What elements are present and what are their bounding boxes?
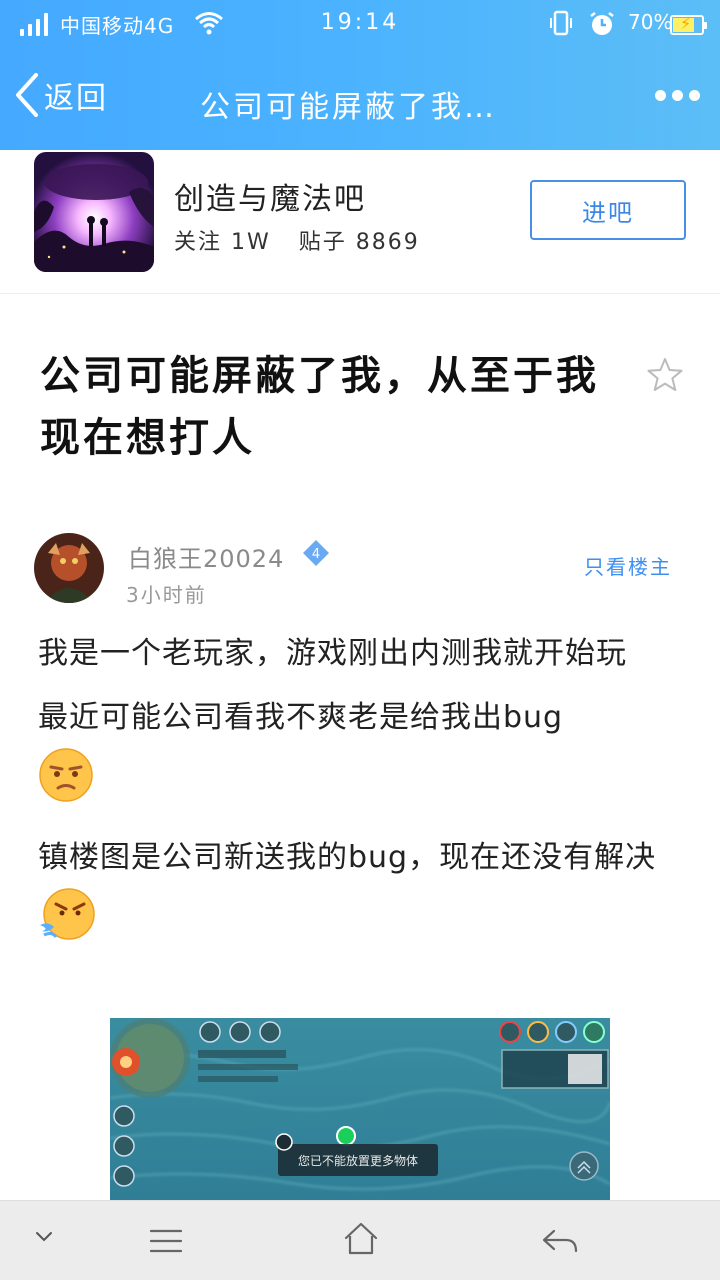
post-title: 公司可能屏蔽了我，从至于我现在想打人: [40, 353, 599, 461]
forum-name: 创造与魔法吧: [174, 182, 366, 217]
menu-icon: [149, 1229, 183, 1253]
top-bar: 中国移动4G 19:14 70% ⚡ 返回 公司可能屏蔽了我…: [0, 0, 720, 150]
level-number: 4: [312, 547, 320, 562]
post: 公司可能屏蔽了我，从至于我现在想打人 白狼王20024 4 3小时前 只看楼主 …: [0, 295, 720, 1200]
status-bar: 中国移动4G 19:14 70% ⚡: [0, 0, 720, 48]
favorite-button[interactable]: [646, 357, 684, 397]
back-button[interactable]: 返回: [14, 72, 108, 118]
back-nav-button[interactable]: [540, 1227, 580, 1259]
angry-huff-emoji-icon: [38, 887, 96, 965]
collapse-button[interactable]: [34, 1229, 54, 1248]
post-paragraph-with-emoji: 镇楼图是公司新送我的bug，现在还没有解决: [38, 829, 688, 965]
forum-stats: 关注 1W 贴子 8869: [174, 224, 420, 256]
back-label: 返回: [44, 81, 108, 116]
page-title: 公司可能屏蔽了我…: [200, 90, 497, 125]
chevron-down-icon: [36, 1232, 52, 1242]
enter-forum-button[interactable]: 进吧: [530, 180, 686, 240]
post-content: 我是一个老玩家，游戏刚出内测我就开始玩 最近可能公司看我不爽老是给我出bug 镇…: [38, 625, 688, 965]
dot-icon: [655, 90, 666, 101]
home-button[interactable]: [342, 1221, 380, 1261]
only-owner-button[interactable]: 只看楼主: [584, 551, 672, 580]
forum-post-count: 贴子 8869: [298, 230, 420, 255]
battery-icon: ⚡: [670, 14, 707, 35]
star-icon: [647, 358, 683, 391]
alarm-icon: [588, 10, 616, 42]
battery-percent: 70%: [628, 10, 673, 34]
chevron-left-icon: [16, 73, 38, 117]
dot-icon: [689, 90, 700, 101]
unamused-emoji-icon: [38, 747, 94, 823]
post-paragraph: 我是一个老玩家，游戏刚出内测我就开始玩: [38, 636, 627, 671]
vibrate-icon: [548, 10, 574, 42]
author-name[interactable]: 白狼王20024: [128, 539, 284, 574]
forum-header: 创造与魔法吧 关注 1W 贴子 8869 进吧: [0, 150, 720, 294]
bottom-navigation: [0, 1200, 720, 1280]
author-avatar[interactable]: [34, 533, 104, 603]
post-time: 3小时前: [126, 583, 207, 607]
post-image[interactable]: 您已不能放置更多物体: [110, 1018, 610, 1200]
more-options-button[interactable]: [655, 90, 700, 101]
return-arrow-icon: [542, 1229, 578, 1253]
home-icon: [344, 1222, 378, 1255]
level-badge: 4: [302, 539, 330, 571]
post-paragraph: 镇楼图是公司新送我的bug，现在还没有解决: [38, 840, 657, 875]
game-hint-text: 您已不能放置更多物体: [298, 1153, 418, 1168]
forum-followers: 关注 1W: [174, 230, 271, 255]
dot-icon: [672, 90, 683, 101]
post-paragraph: 最近可能公司看我不爽老是给我出bug: [38, 700, 564, 735]
post-paragraph-with-emoji: 最近可能公司看我不爽老是给我出bug: [38, 689, 688, 823]
forum-logo[interactable]: [34, 152, 154, 272]
navigation-bar: 返回 公司可能屏蔽了我…: [0, 52, 720, 150]
menu-button[interactable]: [148, 1227, 184, 1259]
